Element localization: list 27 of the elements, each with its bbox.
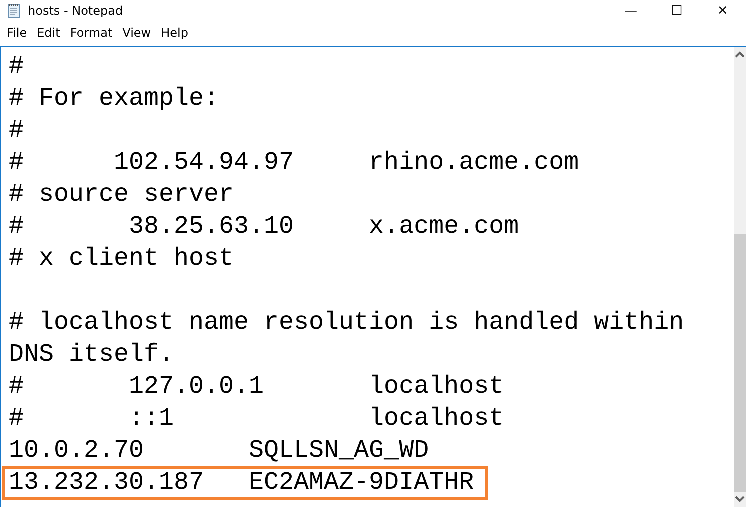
text-line: # For example: [9,84,220,113]
menu-item[interactable]: File [2,26,32,40]
maximize-button[interactable]: ☐ [654,0,700,22]
text-line: # 127.0.0.1 localhost [9,372,504,401]
text-line: 10.0.2.70 SQLLSN_AG_WD [9,436,430,465]
scroll-up-icon[interactable] [735,51,745,58]
scroll-down-icon[interactable] [735,496,745,503]
text-line: # source server [9,180,234,209]
text-line: # ::1 localhost [9,404,504,433]
vertical-scrollbar[interactable] [734,47,746,507]
menu-item[interactable]: View [118,26,156,40]
text-line: 13.232.30.187 EC2AMAZ-9DIATHR [9,468,474,497]
text-line: # 38.25.63.10 x.acme.com [9,212,520,241]
window-title: hosts - Notepad [28,4,124,18]
text-line: # 102.54.94.97 rhino.acme.com [9,148,580,177]
text-line: # localhost name resolution is handled within [9,308,684,337]
menu-item[interactable]: Edit [32,26,66,40]
menu-item[interactable]: Help [156,26,194,40]
minimize-button[interactable]: — [608,0,654,22]
text-line: # x client host [9,244,234,273]
close-button[interactable]: ✕ [700,0,746,22]
notepad-icon [6,3,22,19]
text-line: # [9,116,24,145]
text-line: DNS itself. [9,340,174,369]
menu-item[interactable]: Format [65,26,118,40]
text-line: # [9,52,24,81]
scroll-thumb[interactable] [734,234,746,492]
